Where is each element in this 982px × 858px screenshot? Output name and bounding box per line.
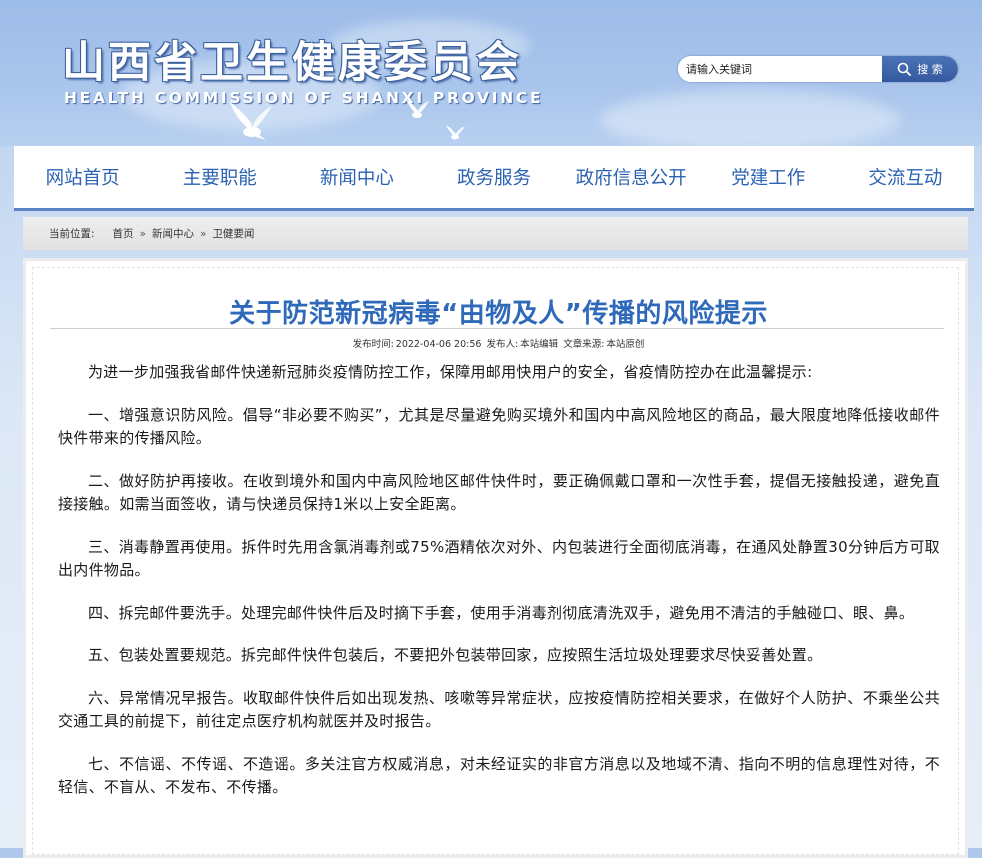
author: 本站编辑 [520, 339, 559, 350]
dove-icon [230, 102, 272, 140]
source: 本站原创 [606, 339, 645, 350]
article-title: 关于防范新冠病毒“由物及人”传播的风险提示 [229, 299, 768, 329]
publish-time-label: 发布时间: [352, 339, 394, 350]
nav-item-gov-info[interactable]: 政府信息公开 [563, 146, 700, 208]
search-button[interactable]: 搜 索 [882, 56, 958, 82]
breadcrumb-separator: » [199, 227, 207, 240]
site-logo-title[interactable]: 山西省卫生健康委员会 [62, 28, 522, 90]
dove-icon [446, 125, 465, 140]
source-label: 文章来源: [563, 339, 605, 350]
article-body: 为进一步加强我省邮件快递新冠肺炎疫情防控工作，保障用邮用快用户的安全，省疫情防控… [58, 361, 940, 819]
nav-item-services[interactable]: 政务服务 [425, 146, 562, 208]
nav-item-party[interactable]: 党建工作 [700, 146, 837, 208]
article-meta: 发布时间: 2022-04-06 20:56 发布人: 本站编辑 文章来源: 本站原创 [26, 336, 971, 350]
breadcrumb-label: 当前位置: [49, 228, 95, 240]
header-cloud [600, 90, 900, 146]
article-paragraph: 六、异常情况早报告。收取邮件快件后如出现发热、咳嗽等异常症状，应按疫情防控相关要… [58, 688, 940, 731]
main-nav: 网站首页 主要职能 新闻中心 政务服务 政府信息公开 党建工作 交流互动 [14, 146, 974, 211]
breadcrumb-link-health-news[interactable]: 卫健要闻 [212, 226, 254, 241]
article-paragraph: 七、不信谣、不传谣、不造谣。多关注官方权威消息，对未经证实的非官方消息以及地域不… [58, 754, 940, 797]
article-paragraph: 一、增强意识防风险。倡导“非必要不购买”，尤其是尽量避免购买境外和国内中高风险地… [58, 405, 940, 448]
breadcrumb: 当前位置: 首页 » 新闻中心 » 卫健要闻 [23, 217, 968, 250]
author-label: 发布人: [486, 339, 519, 350]
site-header: 山西省卫生健康委员会 HEALTH COMMISSION OF SHANXI P… [0, 0, 982, 146]
search-button-label: 搜 索 [917, 63, 943, 76]
publish-time: 2022-04-06 20:56 [395, 339, 482, 350]
article-paragraph: 五、包装处置要规范。拆完邮件快件包装后，不要把外包装带回家，应按照生活垃圾处理要… [88, 646, 823, 664]
title-divider [50, 328, 944, 329]
breadcrumb-separator: » [139, 227, 146, 240]
article-container: 关于防范新冠病毒“由物及人”传播的风险提示 发布时间: 2022-04-06 20… [23, 258, 968, 858]
nav-item-home[interactable]: 网站首页 [14, 146, 151, 208]
breadcrumb-link-news[interactable]: 新闻中心 [152, 226, 194, 241]
article-paragraph: 二、做好防护再接收。在收到境外和国内中高风险地区邮件快件时，要正确佩戴口罩和一次… [58, 471, 940, 514]
article-paragraph: 三、消毒静置再使用。拆件时先用含氯消毒剂或75%酒精依次对外、内包装进行全面彻底… [58, 537, 940, 580]
nav-item-interaction[interactable]: 交流互动 [837, 146, 974, 208]
dove-icon [406, 99, 429, 118]
article-paragraph: 为进一步加强我省邮件快递新冠肺炎疫情防控工作，保障用邮用快用户的安全，省疫情防控… [88, 363, 813, 381]
nav-item-functions[interactable]: 主要职能 [151, 146, 288, 208]
search-box: 搜 索 [678, 56, 958, 82]
search-icon [897, 62, 912, 76]
article-paragraph: 四、拆完邮件要洗手。处理完邮件快件后及时摘下手套，使用手消毒剂彻底清洗双手，避免… [88, 603, 915, 622]
search-input[interactable] [678, 56, 882, 82]
nav-item-news[interactable]: 新闻中心 [288, 146, 425, 208]
breadcrumb-link-home[interactable]: 首页 [113, 226, 134, 241]
site-logo-subtitle: HEALTH COMMISSION OF SHANXI PROVINCE [64, 89, 544, 107]
